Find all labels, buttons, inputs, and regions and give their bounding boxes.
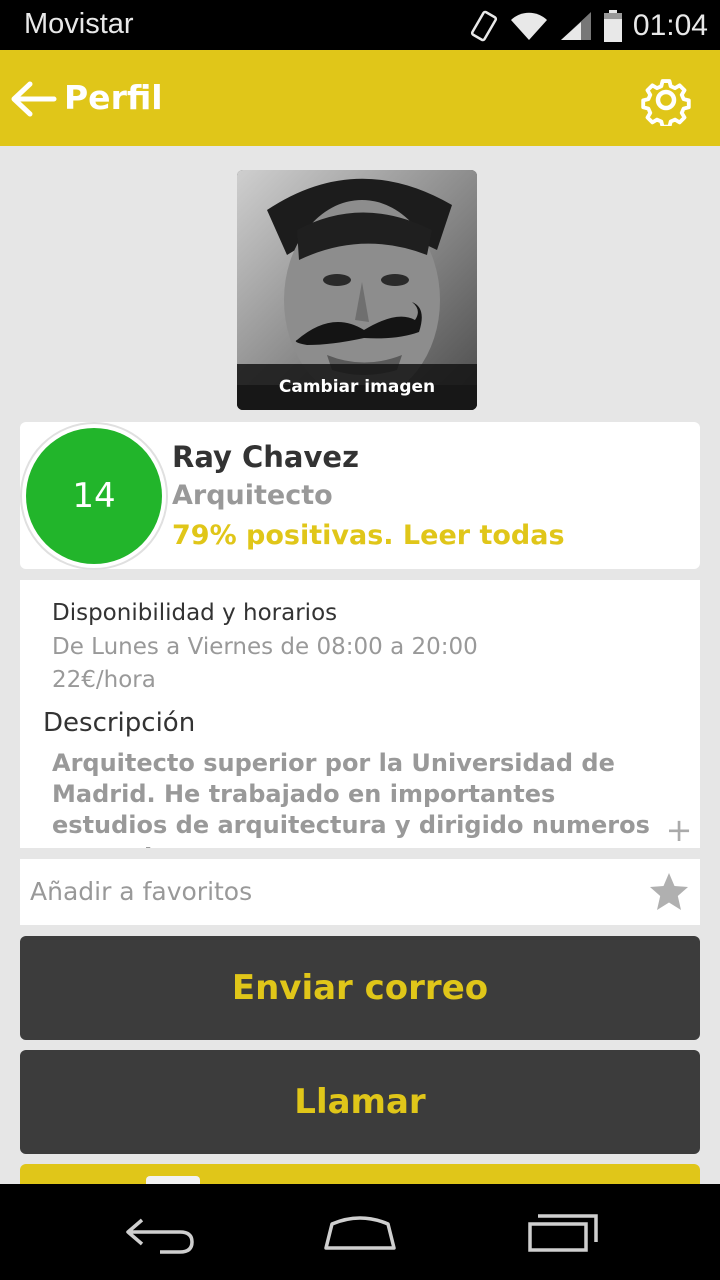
- carrier-name: Movistar: [24, 8, 134, 40]
- score-badge: 14: [26, 428, 162, 564]
- gear-icon[interactable]: [640, 74, 692, 126]
- page-title: Perfil: [64, 78, 163, 117]
- change-image-button[interactable]: Cambiar imagen: [237, 364, 477, 410]
- recents-nav-icon[interactable]: [522, 1208, 602, 1256]
- app-bar: Perfil: [0, 50, 720, 146]
- signal-icon: [560, 12, 591, 40]
- info-card[interactable]: Disponibilidad y horarios De Lunes a Vie…: [20, 580, 700, 848]
- arrow-left-icon[interactable]: [8, 74, 58, 124]
- home-nav-icon[interactable]: [320, 1208, 400, 1256]
- availability-hours: De Lunes a Viernes de 08:00 a 20:00: [52, 634, 478, 660]
- hourly-rate: 22€/hora: [52, 667, 156, 693]
- navigation-bar: [0, 1184, 720, 1280]
- status-bar: Movistar 01:04: [0, 0, 720, 50]
- description-title: Descripción: [43, 708, 196, 738]
- expand-plus-icon[interactable]: +: [664, 814, 694, 846]
- send-email-button[interactable]: Enviar correo: [20, 936, 700, 1040]
- battery-icon: [603, 10, 622, 42]
- status-icons: 01:04: [469, 6, 708, 46]
- call-button[interactable]: Llamar: [20, 1050, 700, 1154]
- profile-photo[interactable]: Cambiar imagen: [237, 170, 477, 410]
- back-nav-icon[interactable]: [120, 1208, 200, 1256]
- status-time: 01:04: [632, 9, 708, 42]
- add-favorites-label: Añadir a favoritos: [30, 877, 253, 906]
- add-favorites-row[interactable]: Añadir a favoritos: [20, 859, 700, 925]
- user-profession: Arquitecto: [172, 480, 333, 511]
- availability-title: Disponibilidad y horarios: [52, 600, 338, 626]
- star-icon[interactable]: [648, 871, 690, 913]
- wifi-icon: [510, 12, 547, 40]
- description-text: Arquitecto superior por la Universidad d…: [52, 749, 650, 848]
- vibrate-icon: [470, 10, 498, 42]
- ratings-link[interactable]: 79% positivas. Leer todas: [172, 520, 565, 551]
- user-name: Ray Chavez: [172, 440, 359, 474]
